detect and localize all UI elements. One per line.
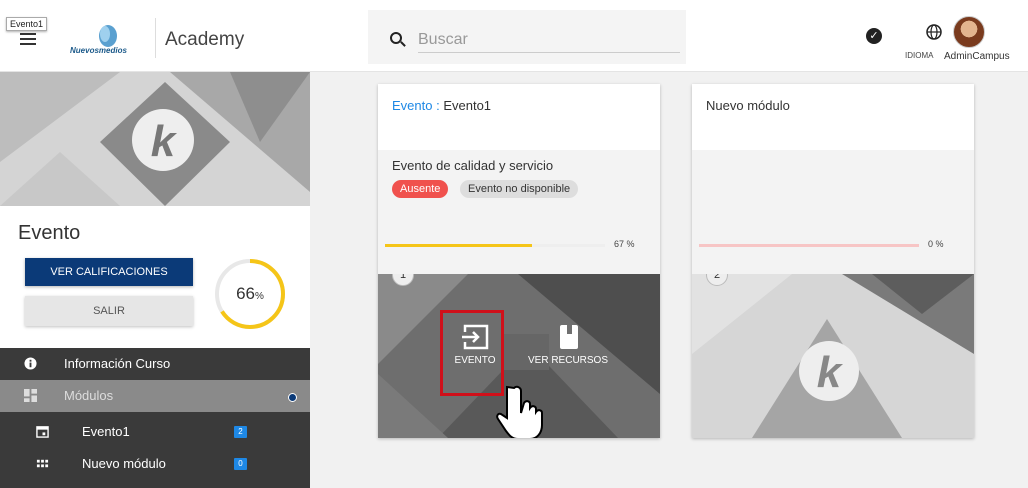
progress-track (699, 244, 919, 247)
progress-label: 67 % (614, 239, 635, 249)
sidebar: k Evento VER CALIFICACIONES SALIR 66% In… (0, 72, 310, 488)
course-nav: Información Curso Módulos Evento1 2 Nuev… (0, 348, 310, 488)
card-body (692, 150, 974, 234)
resources-action[interactable]: VER RECURSOS (524, 322, 612, 366)
info-icon (24, 357, 37, 370)
nav-item-label: Evento1 (82, 424, 130, 439)
user-name[interactable]: AdminCampus (944, 51, 1010, 62)
course-title: Evento (18, 222, 81, 244)
tooltip: Evento1 (6, 17, 48, 31)
grid-icon (36, 459, 49, 468)
card-image-graphic: k (692, 274, 974, 438)
modules-icon (24, 389, 37, 402)
nav-item-label: Información Curso (64, 356, 171, 371)
progress-bar (385, 244, 533, 247)
card-body: Evento de calidad y servicio Ausente Eve… (378, 150, 660, 234)
progress-track (385, 244, 605, 247)
resources-action-label: VER RECURSOS (527, 355, 608, 366)
logo-text: Nuevosmedios (70, 46, 127, 55)
card-title: Evento1 (443, 98, 492, 113)
avatar[interactable] (953, 16, 985, 48)
nav-item-nuevo-modulo[interactable]: Nuevo módulo 0 (0, 448, 310, 480)
nav-item-course-info[interactable]: Información Curso (0, 348, 310, 380)
course-banner: k (0, 72, 310, 206)
card-title: Nuevo módulo (706, 98, 790, 113)
calendar-icon (36, 426, 49, 438)
nav-item-label: Nuevo módulo (82, 456, 166, 471)
book-icon (560, 325, 578, 349)
check-icon[interactable]: ✓ (866, 28, 882, 44)
nav-item-label: Módulos (64, 388, 114, 403)
language-label[interactable]: IDIOMA (905, 51, 933, 60)
exit-button[interactable]: SALIR (25, 296, 193, 326)
focus-highlight (440, 310, 504, 396)
progress-percentage: 66% (236, 284, 264, 303)
view-grades-button[interactable]: VER CALIFICACIONES (25, 258, 193, 286)
card-type-label: Evento : (392, 98, 440, 113)
hand-cursor-icon (496, 385, 543, 438)
logo-mark-icon (99, 25, 117, 47)
card-description: Evento de calidad y servicio (392, 158, 554, 173)
nav-item-evento1[interactable]: Evento1 2 (0, 416, 310, 448)
unavailable-tag: Evento no disponible (460, 180, 579, 198)
count-badge: 0 (234, 458, 247, 470)
search-input[interactable] (418, 27, 680, 53)
module-card-nuevo-modulo[interactable]: Nuevo módulo 0 % k 2 (692, 84, 974, 438)
count-badge: 2 (234, 426, 247, 438)
absent-tag: Ausente (392, 180, 449, 198)
app-title: Academy (165, 29, 245, 50)
svg-text:k: k (817, 348, 844, 397)
banner-graphic: k (0, 72, 310, 206)
menu-icon[interactable] (20, 33, 36, 45)
card-progress: 0 % (692, 234, 974, 274)
globe-icon[interactable] (926, 24, 942, 40)
top-header: Evento1 Nuevosmedios Academy ✓ IDIOMA Ad… (0, 0, 1028, 72)
card-progress: 67 % (378, 234, 660, 274)
svg-text:k: k (151, 117, 178, 166)
active-dot (288, 393, 297, 402)
card-image: k 2 (692, 274, 974, 438)
card-image: 1 EVENTO VER RECURSOS (378, 274, 660, 438)
progress-label: 0 % (928, 239, 944, 249)
nav-item-modules[interactable]: Módulos (0, 380, 310, 412)
search-bar (368, 10, 686, 64)
search-icon[interactable] (390, 32, 402, 44)
card-header: Nuevo módulo (692, 84, 974, 150)
logo[interactable]: Nuevosmedios (70, 22, 150, 60)
module-card-evento1[interactable]: Evento : Evento1 Evento de calidad y ser… (378, 84, 660, 438)
card-header: Evento : Evento1 (378, 84, 660, 150)
header-divider (155, 18, 156, 58)
